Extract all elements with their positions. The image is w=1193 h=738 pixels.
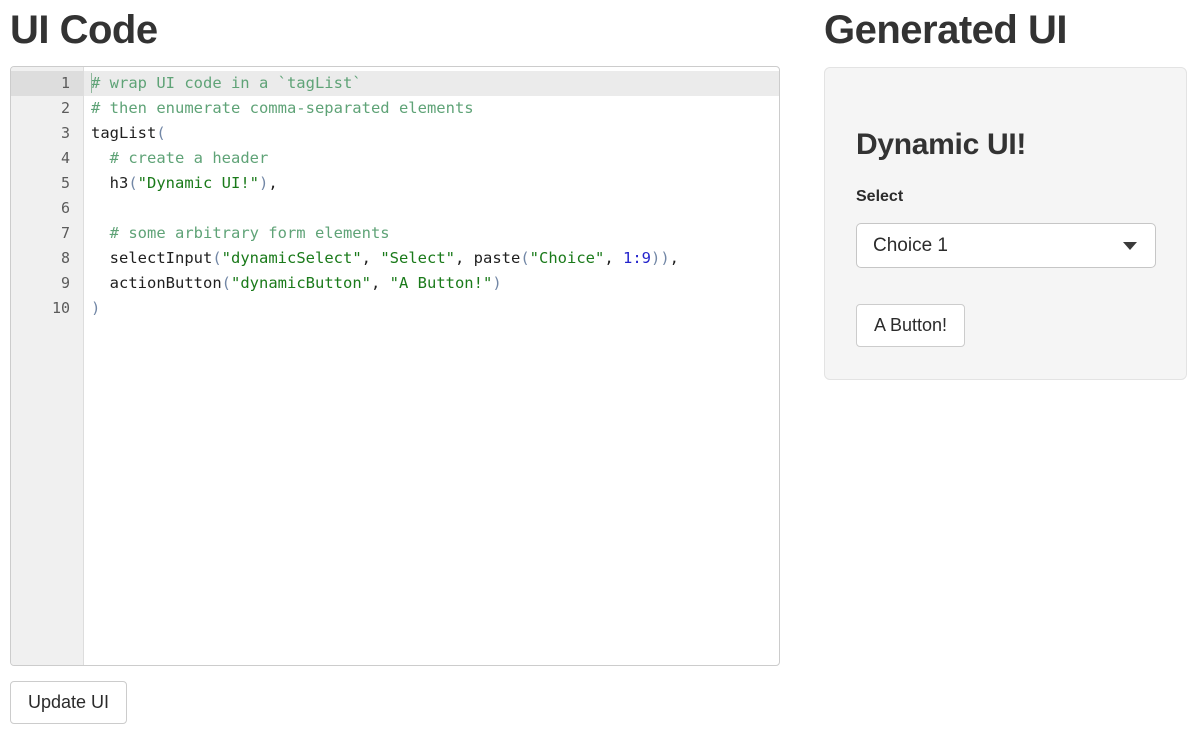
code-line[interactable]: )	[84, 296, 779, 321]
code-line[interactable]: selectInput("dynamicSelect", "Select", p…	[84, 246, 779, 271]
line-number: 7	[11, 221, 83, 246]
line-number: 4	[11, 146, 83, 171]
code-token-punc: (	[222, 274, 231, 292]
code-token-plain	[91, 224, 110, 242]
code-token-plain: actionButton	[91, 274, 222, 292]
code-token-punc: )	[259, 174, 268, 192]
code-editor[interactable]: 12345678910 # wrap UI code in a `tagList…	[10, 66, 780, 666]
code-token-punc: (	[520, 249, 529, 267]
code-line[interactable]: h3("Dynamic UI!"),	[84, 171, 779, 196]
code-token-str: "dynamicButton"	[231, 274, 371, 292]
select-selected-value: Choice 1	[873, 236, 1123, 255]
code-token-plain: ,	[670, 249, 679, 267]
code-line[interactable]	[84, 196, 779, 221]
code-token-punc: (	[156, 124, 165, 142]
code-line[interactable]: tagList(	[84, 121, 779, 146]
code-token-plain: selectInput	[91, 249, 212, 267]
code-token-punc: )	[492, 274, 501, 292]
code-token-punc: (	[212, 249, 221, 267]
code-token-str: "Select"	[380, 249, 455, 267]
code-line[interactable]: actionButton("dynamicButton", "A Button!…	[84, 271, 779, 296]
code-token-plain: ,	[371, 274, 390, 292]
code-token-punc: ))	[651, 249, 670, 267]
code-token-str: "dynamicSelect"	[222, 249, 362, 267]
line-number: 2	[11, 96, 83, 121]
code-token-plain: tagList	[91, 124, 156, 142]
line-number: 6	[11, 196, 83, 221]
code-token-plain: ,	[604, 249, 623, 267]
dynamic-action-button[interactable]: A Button!	[856, 304, 965, 347]
code-line[interactable]: # some arbitrary form elements	[84, 221, 779, 246]
line-number: 1	[11, 71, 83, 96]
ui-code-title: UI Code	[10, 10, 158, 50]
code-token-plain: ,	[362, 249, 381, 267]
line-number: 5	[11, 171, 83, 196]
line-number: 10	[11, 296, 83, 321]
line-number: 8	[11, 246, 83, 271]
code-token-plain: h3	[91, 174, 128, 192]
code-token-comment: # wrap UI code in a `tagList`	[91, 74, 362, 92]
code-token-plain	[91, 149, 110, 167]
line-number: 3	[11, 121, 83, 146]
editor-gutter: 12345678910	[11, 67, 84, 665]
generated-ui-title: Generated UI	[824, 10, 1067, 50]
code-token-plain: ,	[455, 249, 474, 267]
line-number: 9	[11, 271, 83, 296]
editor-code-area[interactable]: # wrap UI code in a `tagList` # then enum…	[84, 67, 779, 665]
code-token-str: "Dynamic UI!"	[138, 174, 259, 192]
code-line[interactable]: # wrap UI code in a `tagList`	[84, 71, 779, 96]
code-token-plain: paste	[474, 249, 521, 267]
select-label: Select	[856, 189, 903, 205]
code-token-punc: )	[91, 299, 100, 317]
dynamic-ui-heading: Dynamic UI!	[856, 130, 1026, 160]
code-token-comment: # then enumerate comma-separated element…	[91, 99, 474, 117]
code-token-plain: ,	[268, 174, 277, 192]
code-token-punc: (	[128, 174, 137, 192]
code-line[interactable]: # create a header	[84, 146, 779, 171]
code-token-str: "Choice"	[530, 249, 605, 267]
code-token-comment: # create a header	[110, 149, 269, 167]
code-token-comment: # some arbitrary form elements	[110, 224, 390, 242]
app-root: UI Code 12345678910 # wrap UI code in a …	[0, 0, 1193, 738]
update-ui-button[interactable]: Update UI	[10, 681, 127, 724]
dynamic-select-input[interactable]: Choice 1	[856, 223, 1156, 268]
chevron-down-icon	[1123, 242, 1137, 250]
generated-ui-card: Dynamic UI! Select Choice 1 A Button!	[824, 67, 1187, 380]
code-line[interactable]: # then enumerate comma-separated element…	[84, 96, 779, 121]
code-token-num: 1:9	[623, 249, 651, 267]
code-token-str: "A Button!"	[390, 274, 493, 292]
